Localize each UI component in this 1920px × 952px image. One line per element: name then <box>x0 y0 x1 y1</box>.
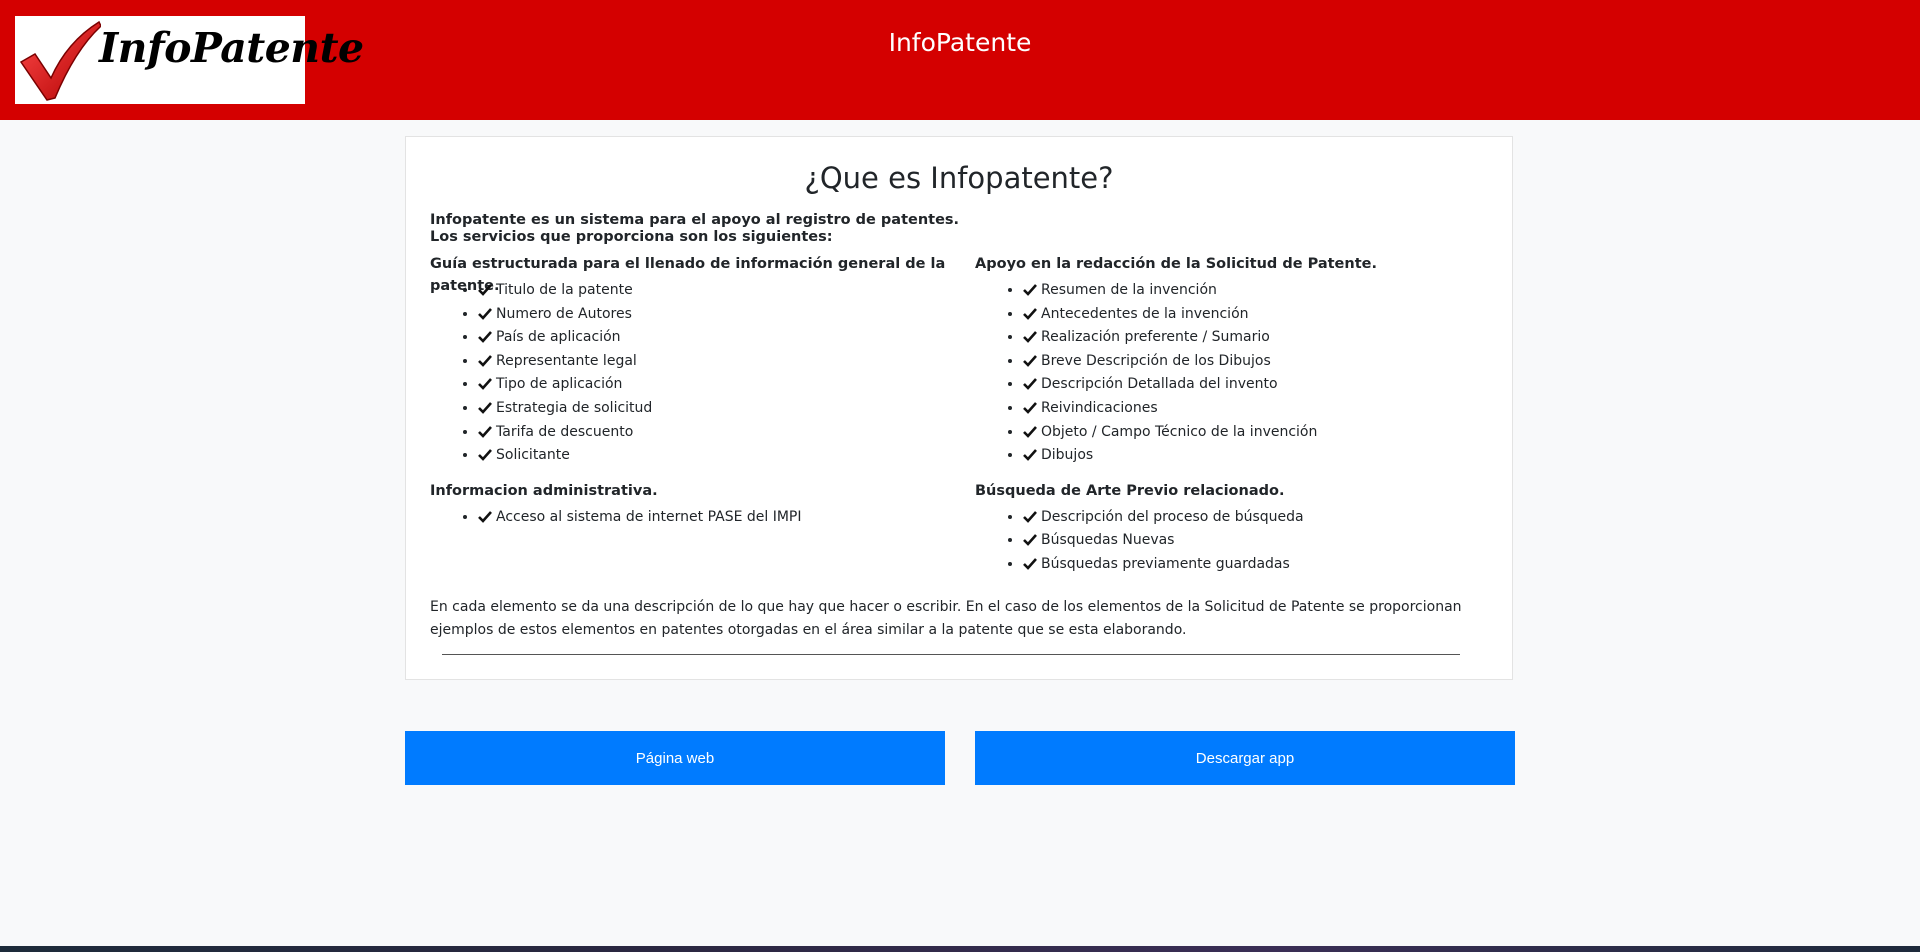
section-title-general-info: Guía estructurada para el llenado de inf… <box>430 253 950 275</box>
list-item: Reivindicaciones <box>1023 397 1495 421</box>
check-icon <box>478 399 492 423</box>
check-icon <box>478 305 492 329</box>
admin-info-list: Acceso al sistema de internet PASE del I… <box>430 506 950 530</box>
description-text: En cada elemento se da una descripción d… <box>430 596 1490 642</box>
intro-line-2: Los servicios que proporciona son los si… <box>430 229 1330 246</box>
list-item: Representante legal <box>478 350 950 374</box>
prior-art-list: Descripción del proceso de búsqueda Búsq… <box>975 506 1495 577</box>
right-column: Apoyo en la redacción de la Solicitud de… <box>975 253 1495 577</box>
check-icon <box>1023 305 1037 329</box>
check-icon <box>1023 555 1037 579</box>
check-icon <box>1023 328 1037 352</box>
list-item: Descripción del proceso de búsqueda <box>1023 506 1495 530</box>
section-title-admin-info: Informacion administrativa. <box>430 480 950 502</box>
list-item: Acceso al sistema de internet PASE del I… <box>478 506 950 530</box>
check-icon <box>1023 508 1037 532</box>
check-icon <box>478 328 492 352</box>
page-title: ¿Que es Infopatente? <box>406 161 1512 195</box>
list-item: Búsquedas previamente guardadas <box>1023 553 1495 577</box>
list-item: Objeto / Campo Técnico de la invención <box>1023 421 1495 445</box>
list-item: Titulo de la patente <box>478 279 950 303</box>
intro-line-1: Infopatente es un sistema para el apoyo … <box>430 212 1330 229</box>
list-item: Descripción Detallada del invento <box>1023 373 1495 397</box>
list-item: Dibujos <box>1023 444 1495 468</box>
check-icon <box>478 446 492 470</box>
list-item: Antecedentes de la invención <box>1023 303 1495 327</box>
check-icon <box>478 375 492 399</box>
list-item: Tipo de aplicación <box>478 373 950 397</box>
list-item: Tarifa de descuento <box>478 421 950 445</box>
header-bar: InfoPatente InfoPatente <box>0 0 1920 120</box>
check-icon <box>478 352 492 376</box>
check-icon <box>1023 375 1037 399</box>
drafting-support-list: Resumen de la invención Antecedentes de … <box>975 279 1495 468</box>
section-title-prior-art: Búsqueda de Arte Previo relacionado. <box>975 480 1495 502</box>
intro-text: Infopatente es un sistema para el apoyo … <box>430 212 1330 246</box>
check-icon <box>1023 423 1037 447</box>
list-item: Solicitante <box>478 444 950 468</box>
list-item: Estrategia de solicitud <box>478 397 950 421</box>
check-icon <box>1023 531 1037 555</box>
header-title: InfoPatente <box>0 28 1920 57</box>
download-app-button[interactable]: Descargar app <box>975 731 1515 785</box>
section-title-drafting-support: Apoyo en la redacción de la Solicitud de… <box>975 253 1495 275</box>
list-item: Breve Descripción de los Dibujos <box>1023 350 1495 374</box>
check-icon <box>1023 399 1037 423</box>
info-card: ¿Que es Infopatente? Infopatente es un s… <box>405 136 1513 680</box>
divider <box>442 654 1460 655</box>
check-icon <box>1023 352 1037 376</box>
taskbar-strip <box>0 946 1920 952</box>
check-icon <box>1023 281 1037 305</box>
check-icon <box>478 508 492 532</box>
check-icon <box>478 281 492 305</box>
list-item: Realización preferente / Sumario <box>1023 326 1495 350</box>
list-item: País de aplicación <box>478 326 950 350</box>
web-page-button[interactable]: Página web <box>405 731 945 785</box>
list-item: Búsquedas Nuevas <box>1023 529 1495 553</box>
left-column: Guía estructurada para el llenado de inf… <box>430 253 950 529</box>
list-item: Numero de Autores <box>478 303 950 327</box>
check-icon <box>1023 446 1037 470</box>
list-item: Resumen de la invención <box>1023 279 1495 303</box>
check-icon <box>478 423 492 447</box>
general-info-list: Titulo de la patente Numero de Autores P… <box>430 279 950 468</box>
